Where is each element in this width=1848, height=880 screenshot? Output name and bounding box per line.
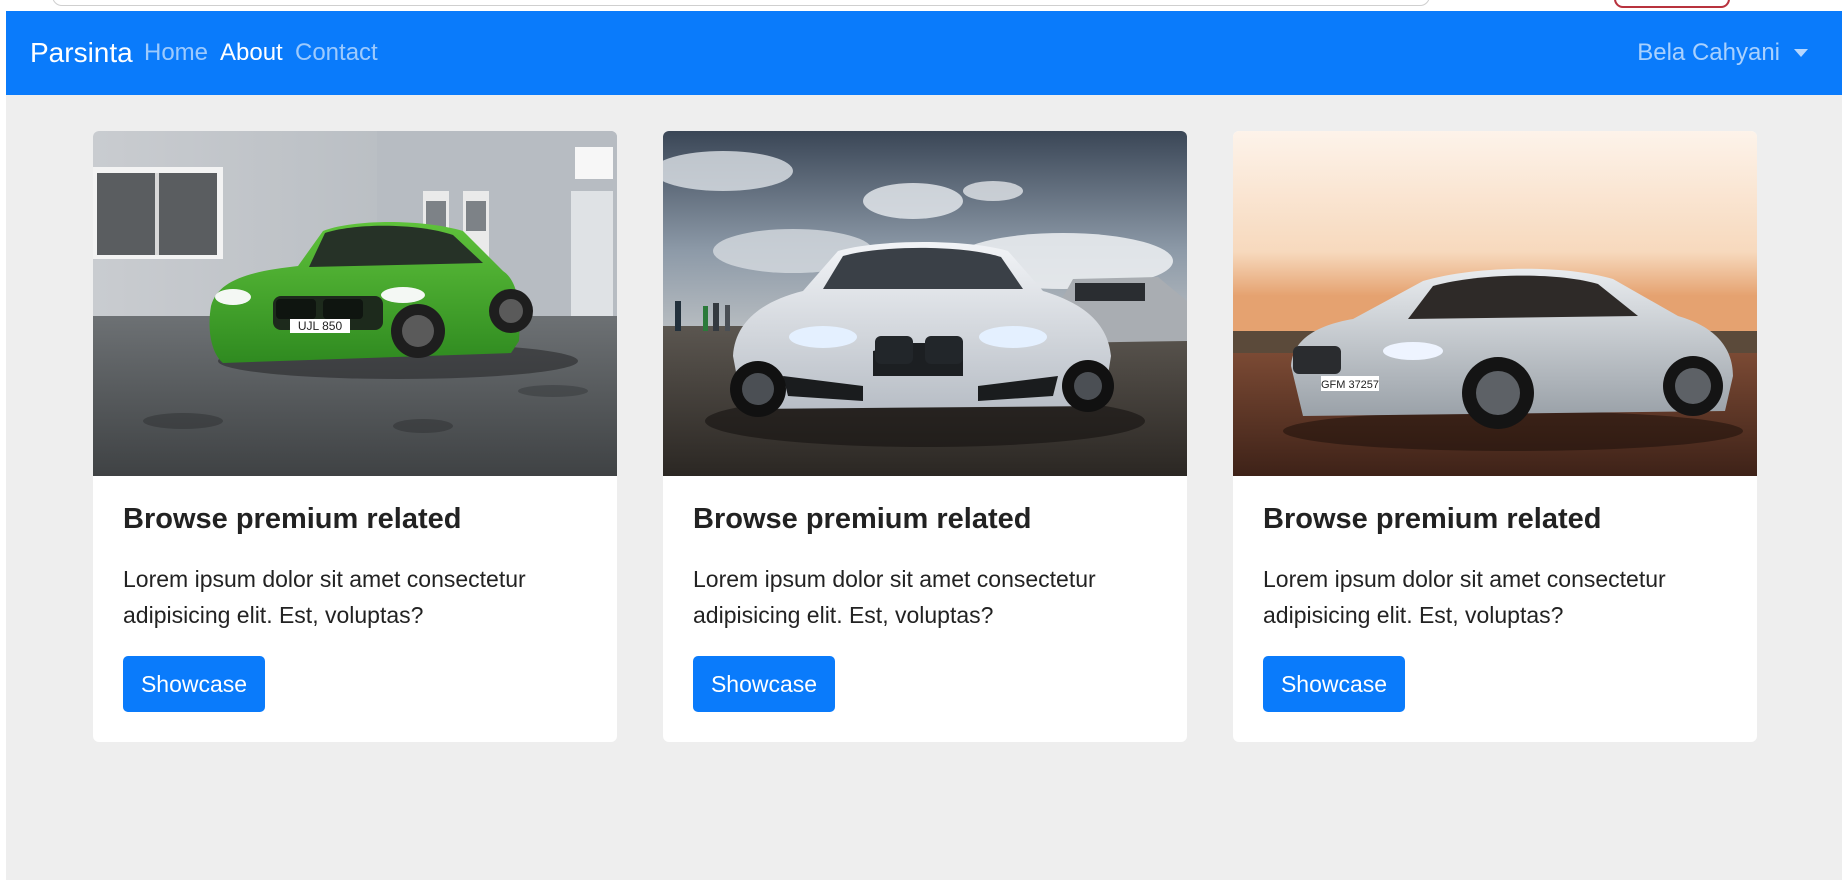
nav-link-contact[interactable]: Contact: [295, 11, 378, 95]
card: GFM 37257 Browse premium related Lorem i…: [1233, 131, 1757, 742]
showcase-button[interactable]: Showcase: [123, 656, 265, 712]
card-image: UJL 850: [93, 131, 617, 476]
silver-car-image: GFM 37257: [1233, 131, 1757, 476]
card: UJL 850 Browse premium related Lorem ips…: [93, 131, 617, 742]
card-text: Lorem ipsum dolor sit amet consectetur a…: [1263, 566, 1666, 628]
user-name: Bela Cahyani: [1637, 39, 1780, 66]
nav-link-home[interactable]: Home: [144, 11, 208, 95]
card: Browse premium related Lorem ipsum dolor…: [663, 131, 1187, 742]
card-title: Browse premium related: [123, 503, 462, 535]
green-car-image: UJL 850: [93, 131, 617, 476]
card-text: Lorem ipsum dolor sit amet consectetur a…: [693, 566, 1096, 628]
address-bar-edge: [52, 0, 1430, 6]
license-plate: GFM 37257: [1321, 379, 1379, 391]
showcase-button[interactable]: Showcase: [1263, 656, 1405, 712]
card-title: Browse premium related: [1263, 503, 1602, 535]
showcase-button[interactable]: Showcase: [693, 656, 835, 712]
card-title: Browse premium related: [693, 503, 1032, 535]
card-image: [663, 131, 1187, 476]
nav-link-about[interactable]: About: [220, 11, 283, 95]
browser-button-edge: [1614, 0, 1730, 8]
navbar-brand[interactable]: Parsinta: [30, 11, 133, 95]
page-viewport: Parsinta Home About Contact Bela Cahyani: [6, 11, 1842, 880]
user-dropdown[interactable]: Bela Cahyani: [1637, 11, 1808, 95]
license-plate: UJL 850: [298, 319, 343, 333]
caret-down-icon: [1794, 49, 1808, 57]
card-text: Lorem ipsum dolor sit amet consectetur a…: [123, 566, 526, 628]
navbar: Parsinta Home About Contact Bela Cahyani: [6, 11, 1842, 95]
white-car-image: [663, 131, 1187, 476]
card-image: GFM 37257: [1233, 131, 1757, 476]
